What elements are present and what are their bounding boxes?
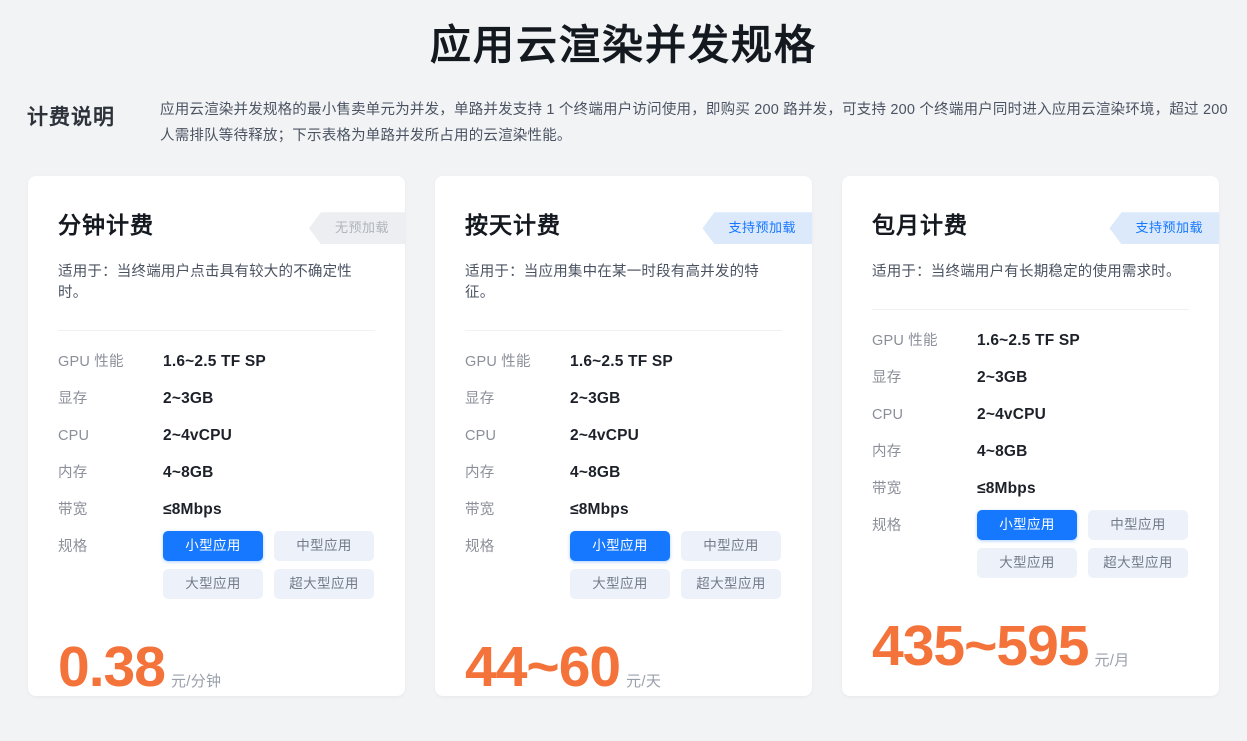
spec-row-bandwidth: 带宽 ≤8Mbps: [872, 479, 1189, 499]
scale-option-small[interactable]: 小型应用: [163, 531, 263, 562]
price-amount: 0.38: [58, 635, 166, 697]
spec-value-bandwidth: ≤8Mbps: [570, 501, 629, 519]
spec-value-memory: 4~8GB: [570, 464, 621, 482]
card-header: 按天计费 支持预加载: [465, 202, 812, 254]
spec-value-cpu: 2~4vCPU: [163, 427, 233, 445]
spec-row-vram: 显存 2~3GB: [58, 389, 375, 409]
card-header: 分钟计费 无预加载: [58, 202, 405, 254]
spec-value-bandwidth: ≤8Mbps: [977, 480, 1036, 498]
scale-option-xlarge[interactable]: 超大型应用: [274, 569, 374, 600]
price-block: 0.38 元/分钟: [58, 639, 375, 696]
scale-option-group: 小型应用 中型应用 大型应用 超大型应用: [163, 531, 375, 600]
spec-label-vram: 显存: [465, 391, 495, 408]
spec-value-gpu: 1.6~2.5 TF SP: [570, 353, 673, 371]
page-title: 应用云渲染并发规格: [430, 22, 817, 68]
scale-option-xlarge[interactable]: 超大型应用: [681, 569, 781, 600]
spec-label-vram: 显存: [58, 391, 88, 408]
spec-label-memory: 内存: [58, 465, 88, 482]
spec-label-scale: 规格: [872, 518, 902, 535]
spec-value-gpu: 1.6~2.5 TF SP: [977, 332, 1080, 350]
scale-option-large[interactable]: 大型应用: [163, 569, 263, 600]
spec-row-vram: 显存 2~3GB: [872, 368, 1189, 388]
card-subtitle: 适用于：当终端用户有长期稳定的使用需求时。: [872, 264, 1181, 281]
billing-note-title: 计费说明: [27, 106, 115, 130]
scale-option-small[interactable]: 小型应用: [570, 531, 670, 562]
status-badge: 支持预加载: [1109, 212, 1219, 245]
scale-option-xlarge[interactable]: 超大型应用: [1088, 548, 1188, 579]
spec-row-memory: 内存 4~8GB: [872, 442, 1189, 462]
spec-row-bandwidth: 带宽 ≤8Mbps: [58, 500, 375, 520]
spec-label-scale: 规格: [58, 539, 88, 556]
spec-row-bandwidth: 带宽 ≤8Mbps: [465, 500, 782, 520]
scale-option-small[interactable]: 小型应用: [977, 510, 1077, 541]
spec-value-vram: 2~3GB: [977, 369, 1028, 387]
scale-option-medium[interactable]: 中型应用: [274, 531, 374, 562]
spec-row-cpu: CPU 2~4vCPU: [465, 426, 782, 446]
status-badge: 无预加载: [308, 212, 405, 245]
spec-value-gpu: 1.6~2.5 TF SP: [163, 353, 266, 371]
price-unit: 元/天: [626, 673, 662, 691]
spec-row-gpu: GPU 性能 1.6~2.5 TF SP: [872, 331, 1189, 351]
spec-row-vram: 显存 2~3GB: [465, 389, 782, 409]
spec-row-cpu: CPU 2~4vCPU: [872, 405, 1189, 425]
spec-label-vram: 显存: [872, 370, 902, 387]
scale-option-group: 小型应用 中型应用 大型应用 超大型应用: [977, 510, 1189, 579]
card-divider: [872, 309, 1189, 311]
price-unit: 元/月: [1094, 652, 1130, 670]
pricing-card-monthly[interactable]: 包月计费 支持预加载 适用于：当终端用户有长期稳定的使用需求时。 GPU 性能 …: [842, 176, 1219, 697]
spec-row-memory: 内存 4~8GB: [58, 463, 375, 483]
spec-label-bandwidth: 带宽: [872, 481, 902, 498]
spec-table: GPU 性能 1.6~2.5 TF SP 显存 2~3GB CPU 2~4vCP…: [465, 352, 782, 600]
scale-option-large[interactable]: 大型应用: [570, 569, 670, 600]
spec-label-bandwidth: 带宽: [58, 502, 88, 519]
card-divider: [465, 330, 782, 332]
scale-option-medium[interactable]: 中型应用: [681, 531, 781, 562]
spec-value-vram: 2~3GB: [163, 390, 214, 408]
price-unit: 元/分钟: [170, 673, 222, 691]
spec-label-memory: 内存: [872, 444, 902, 461]
spec-row-scale: 规格 小型应用 中型应用 大型应用 超大型应用: [872, 510, 1189, 579]
spec-value-memory: 4~8GB: [163, 464, 214, 482]
card-subtitle: 适用于：当应用集中在某一时段有高并发的特征。: [465, 264, 759, 302]
spec-label-scale: 规格: [465, 539, 495, 556]
status-badge: 支持预加载: [702, 212, 812, 245]
spec-row-cpu: CPU 2~4vCPU: [58, 426, 375, 446]
scale-option-medium[interactable]: 中型应用: [1088, 510, 1188, 541]
spec-value-bandwidth: ≤8Mbps: [163, 501, 222, 519]
spec-row-scale: 规格 小型应用 中型应用 大型应用 超大型应用: [465, 531, 782, 600]
spec-label-memory: 内存: [465, 465, 495, 482]
card-subtitle: 适用于：当终端用户点击具有较大的不确定性时。: [58, 264, 352, 302]
spec-label-cpu: CPU: [465, 428, 497, 445]
spec-row-gpu: GPU 性能 1.6~2.5 TF SP: [58, 352, 375, 372]
pricing-card-daily[interactable]: 按天计费 支持预加载 适用于：当应用集中在某一时段有高并发的特征。 GPU 性能…: [435, 176, 812, 697]
scale-option-group: 小型应用 中型应用 大型应用 超大型应用: [570, 531, 782, 600]
spec-label-cpu: CPU: [872, 407, 904, 424]
spec-table: GPU 性能 1.6~2.5 TF SP 显存 2~3GB CPU 2~4vCP…: [58, 352, 375, 600]
price-block: 44~60 元/天: [465, 639, 782, 696]
price-amount: 44~60: [465, 635, 621, 697]
pricing-card-list: 分钟计费 无预加载 适用于：当终端用户点击具有较大的不确定性时。 GPU 性能 …: [0, 176, 1247, 697]
spec-value-vram: 2~3GB: [570, 390, 621, 408]
spec-value-cpu: 2~4vCPU: [977, 406, 1047, 424]
spec-label-bandwidth: 带宽: [465, 502, 495, 519]
spec-value-cpu: 2~4vCPU: [570, 427, 640, 445]
spec-row-gpu: GPU 性能 1.6~2.5 TF SP: [465, 352, 782, 372]
billing-note-body: 应用云渲染并发规格的最小售卖单元为并发，单路并发支持 1 个终端用户访问使用，即…: [160, 102, 1228, 145]
spec-label-cpu: CPU: [58, 428, 90, 445]
spec-row-memory: 内存 4~8GB: [465, 463, 782, 483]
spec-table: GPU 性能 1.6~2.5 TF SP 显存 2~3GB CPU 2~4vCP…: [872, 331, 1189, 579]
spec-label-gpu: GPU 性能: [465, 354, 531, 371]
scale-option-large[interactable]: 大型应用: [977, 548, 1077, 579]
spec-label-gpu: GPU 性能: [58, 354, 124, 371]
spec-label-gpu: GPU 性能: [872, 333, 938, 350]
card-divider: [58, 330, 375, 332]
pricing-card-minute[interactable]: 分钟计费 无预加载 适用于：当终端用户点击具有较大的不确定性时。 GPU 性能 …: [28, 176, 405, 697]
price-amount: 435~595: [872, 614, 1089, 679]
card-header: 包月计费 支持预加载: [872, 202, 1219, 254]
price-block: 435~595 元/月: [872, 618, 1189, 675]
spec-row-scale: 规格 小型应用 中型应用 大型应用 超大型应用: [58, 531, 375, 600]
billing-note: 计费说明 应用云渲染并发规格的最小售卖单元为并发，单路并发支持 1 个终端用户访…: [0, 97, 1247, 149]
spec-value-memory: 4~8GB: [977, 443, 1028, 461]
pricing-page: 应用云渲染并发规格 计费说明 应用云渲染并发规格的最小售卖单元为并发，单路并发支…: [0, 0, 1247, 741]
